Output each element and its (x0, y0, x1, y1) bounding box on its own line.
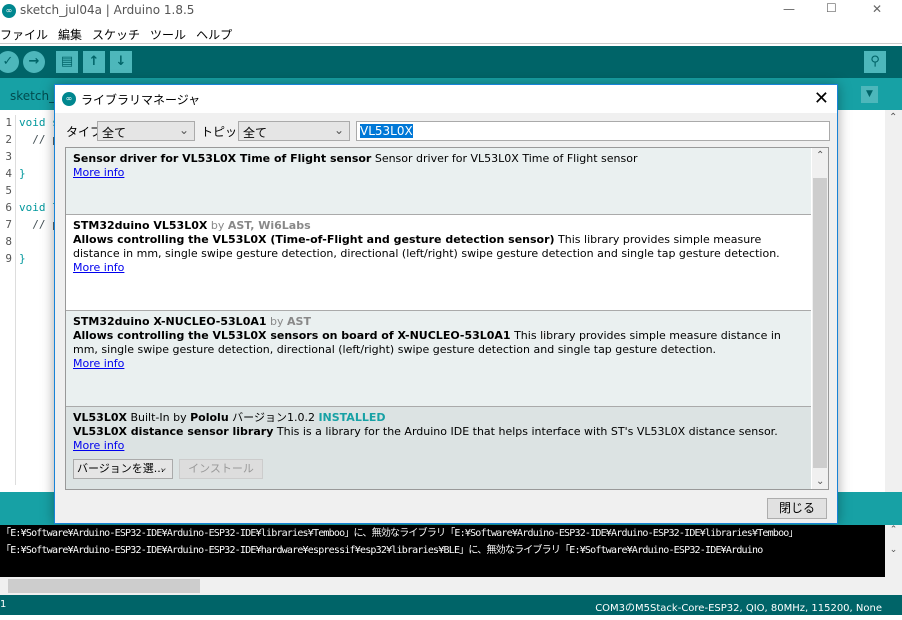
topic-value: 全て (243, 126, 268, 140)
entry-author: AST, Wi6Labs (227, 219, 311, 232)
entry-author: AST (287, 315, 311, 328)
verify-button[interactable]: ✓ (0, 51, 19, 73)
search-value: VL53L0X (360, 124, 413, 138)
line-number: 2 (5, 133, 12, 146)
scroll-thumb[interactable] (813, 178, 827, 468)
entry-summary: VL53L0X distance sensor library (73, 425, 274, 438)
close-window-button[interactable]: ✕ (872, 2, 882, 16)
entry-description: This is a library for the Arduino IDE th… (273, 425, 778, 438)
entry-summary: Allows controlling the VL53L0X (Time-of-… (73, 233, 555, 246)
menu-sketch[interactable]: スケッチ (92, 28, 140, 42)
console-output: 「E:¥Software¥Arduino-ESP32-IDE¥Arduino-E… (0, 525, 885, 577)
arduino-logo-icon: ∞ (2, 4, 16, 18)
chevron-down-icon: ⌄ (333, 123, 344, 137)
type-value: 全て (102, 126, 127, 140)
code-line: } (19, 252, 26, 265)
save-button[interactable]: ↓ (110, 51, 132, 73)
title-bar: ∞ sketch_jul04a | Arduino 1.8.5 — ☐ ✕ (0, 0, 902, 22)
tab-menu-icon[interactable]: ▼ (861, 86, 878, 103)
entry-description: Sensor driver for VL53L0X Time of Flight… (371, 152, 638, 165)
chevron-down-icon: ⌄ (158, 461, 168, 474)
menu-tools[interactable]: ツール (150, 28, 186, 42)
menu-bar: ファイル 編集 スケッチ ツール ヘルプ (0, 22, 902, 44)
line-number: 8 (5, 235, 12, 248)
status-bar: 1 COM3のM5Stack-Core-ESP32, QIO, 80MHz, 1… (0, 595, 902, 615)
line-number: 1 (5, 116, 12, 129)
toolbar: ✓ → ▤ ↑ ↓ ⚲ (0, 46, 902, 78)
dialog-close-icon[interactable]: ✕ (814, 88, 829, 109)
open-button[interactable]: ↑ (83, 51, 105, 73)
topic-select[interactable]: 全て ⌄ (238, 121, 350, 141)
console-line: 「E:¥Software¥Arduino-ESP32-IDE¥Arduino-E… (1, 528, 799, 539)
entry-name: STM32duino VL53L0X (73, 219, 208, 232)
by-label: by (207, 219, 228, 232)
line-number: 3 (5, 150, 12, 163)
new-button[interactable]: ▤ (56, 51, 78, 73)
version-select-value: バージョンを選... (77, 462, 165, 475)
close-button[interactable]: 閉じる (767, 498, 827, 519)
search-input[interactable]: VL53L0X (356, 121, 830, 141)
line-number: 9 (5, 252, 12, 265)
scroll-down-icon[interactable]: ⌄ (816, 476, 824, 487)
menu-file[interactable]: ファイル (0, 28, 48, 42)
status-line-number: 1 (0, 599, 7, 610)
by-label: by (266, 315, 288, 328)
window-title: sketch_jul04a | Arduino 1.8.5 (20, 3, 195, 17)
more-info-link[interactable]: More info (73, 261, 124, 274)
status-board: COM3のM5Stack-Core-ESP32, QIO, 80MHz, 115… (595, 603, 882, 614)
library-manager-dialog: ∞ ライブラリマネージャ ✕ タイプ 全て ⌄ トピック 全て ⌄ VL53L0X … (54, 84, 838, 524)
builtin-label: Built-In by (126, 411, 191, 424)
entry-author: Pololu (190, 411, 229, 424)
more-info-link[interactable]: More info (73, 166, 124, 179)
dialog-title: ライブラリマネージャ (81, 93, 201, 107)
more-info-link[interactable]: More info (73, 357, 124, 370)
entry-name: STM32duino X-NUCLEO-53L0A1 (73, 315, 267, 328)
line-number: 4 (5, 167, 12, 180)
gutter-divider (15, 115, 16, 485)
line-number: 5 (5, 184, 12, 197)
list-item-selected[interactable]: VL53L0X Built-In by Pololu バージョン1.0.2 IN… (66, 407, 811, 489)
install-button[interactable]: インストール (179, 459, 263, 479)
list-scrollbar[interactable]: ⌃ ⌄ (812, 148, 828, 489)
version-select[interactable]: バージョンを選... ⌄ (73, 459, 173, 479)
entry-version: バージョン1.0.2 (228, 411, 319, 424)
serial-monitor-button[interactable]: ⚲ (864, 51, 886, 73)
minimize-button[interactable]: — (783, 2, 795, 16)
list-item[interactable]: STM32duino X-NUCLEO-53L0A1 by AST Allows… (66, 311, 811, 407)
line-number: 7 (5, 218, 12, 231)
installed-badge: INSTALLED (318, 411, 386, 424)
type-select[interactable]: 全て ⌄ (97, 121, 195, 141)
entry-summary: Allows controlling the VL53L0X sensors o… (73, 329, 511, 342)
library-list: Sensor driver for VL53L0X Time of Flight… (65, 147, 829, 490)
list-item[interactable]: Sensor driver for VL53L0X Time of Flight… (66, 148, 811, 215)
arduino-logo-icon: ∞ (62, 92, 76, 106)
entry-name: VL53L0X (73, 411, 127, 424)
entry-summary: Sensor driver for VL53L0X Time of Flight… (73, 152, 372, 165)
more-info-link[interactable]: More info (73, 439, 124, 452)
console-scrollbar[interactable]: ⌃ ⌄ (885, 525, 902, 577)
menu-help[interactable]: ヘルプ (196, 28, 232, 42)
maximize-button[interactable]: ☐ (826, 1, 837, 15)
chevron-down-icon: ⌄ (178, 123, 189, 137)
dialog-header: ∞ ライブラリマネージャ ✕ (55, 85, 837, 113)
list-item[interactable]: STM32duino VL53L0X by AST, Wi6Labs Allow… (66, 215, 811, 311)
code-line: } (19, 167, 26, 180)
console-hscrollbar[interactable] (0, 577, 902, 595)
hscroll-thumb[interactable] (8, 579, 200, 593)
console-line: 「E:¥Software¥Arduino-ESP32-IDE¥Arduino-E… (1, 545, 763, 556)
line-number: 6 (5, 201, 12, 214)
scroll-up-icon[interactable]: ⌃ (816, 150, 824, 161)
upload-button[interactable]: → (23, 51, 45, 73)
menu-edit[interactable]: 編集 (58, 28, 82, 42)
editor-scrollbar[interactable]: ⌃ (885, 110, 902, 492)
